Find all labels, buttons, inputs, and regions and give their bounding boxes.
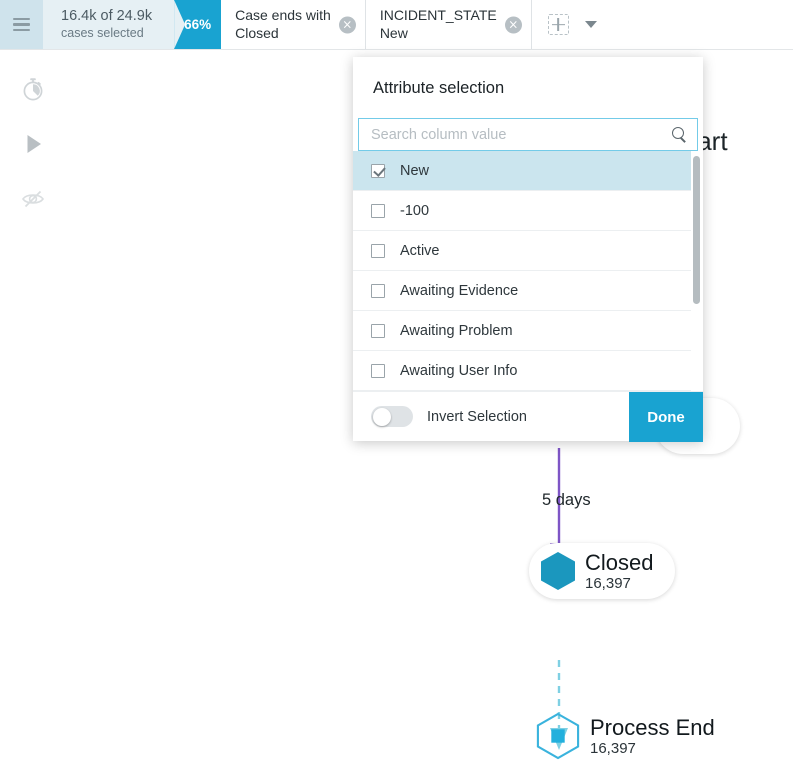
list-item-awaiting-problem[interactable]: Awaiting Problem bbox=[353, 311, 691, 351]
list-item-awaiting-evidence[interactable]: Awaiting Evidence bbox=[353, 271, 691, 311]
checkbox-icon[interactable] bbox=[371, 243, 385, 258]
search-icon bbox=[672, 127, 687, 142]
close-icon[interactable]: × bbox=[338, 16, 356, 33]
hamburger-icon bbox=[13, 17, 30, 32]
checkbox-checked-icon[interactable] bbox=[371, 163, 385, 178]
checkbox-icon[interactable] bbox=[371, 283, 385, 298]
filter-actions bbox=[532, 0, 611, 49]
list-item-minus100[interactable]: -100 bbox=[353, 191, 691, 231]
list-item-label: Awaiting Evidence bbox=[400, 282, 519, 299]
list-item-new[interactable]: New bbox=[353, 151, 691, 191]
selected-percentage-value: 66% bbox=[184, 17, 212, 32]
attribute-option-list[interactable]: New -100 Active Awaiting Evidence Awaiti… bbox=[353, 151, 703, 391]
filter-chip-incident-state[interactable]: INCIDENT_STATE New × bbox=[365, 0, 532, 49]
cases-selected-count: 16.4k of 24.9k bbox=[61, 8, 153, 24]
node-process-end-label: Process End bbox=[590, 714, 715, 740]
edge-label-duration: 5 days bbox=[542, 491, 591, 509]
hexagon-outline-icon bbox=[536, 712, 580, 760]
node-process-end-count: 16,397 bbox=[590, 739, 636, 757]
filter-chip-title: Case ends with bbox=[235, 7, 331, 23]
checkbox-icon[interactable] bbox=[371, 323, 385, 338]
list-item-label: Awaiting User Info bbox=[400, 362, 518, 379]
checkbox-icon[interactable] bbox=[371, 363, 385, 378]
invert-selection-toggle[interactable] bbox=[371, 406, 413, 427]
search-input[interactable] bbox=[371, 126, 672, 143]
node-process-end-text: Process End 16,397 bbox=[590, 715, 715, 758]
app-root: 16.4k of 24.9k cases selected 66% Case e… bbox=[0, 0, 793, 782]
node-closed-count: 16,397 bbox=[585, 574, 631, 592]
search-input-wrapper[interactable] bbox=[358, 118, 698, 151]
menu-button[interactable] bbox=[0, 0, 43, 49]
invert-selection-label: Invert Selection bbox=[427, 408, 527, 425]
search-row bbox=[353, 118, 703, 151]
attribute-selection-popup: Attribute selection New -100 Active bbox=[353, 57, 703, 442]
hexagon-icon bbox=[541, 552, 575, 590]
top-filter-bar: 16.4k of 24.9k cases selected 66% Case e… bbox=[0, 0, 793, 50]
popup-footer: Invert Selection Done bbox=[353, 391, 703, 442]
chevron-down-icon[interactable] bbox=[584, 21, 597, 28]
checkbox-icon[interactable] bbox=[371, 203, 385, 218]
filter-chip-value: New bbox=[379, 24, 408, 41]
filter-chip-case-ends-with[interactable]: Case ends with Closed × bbox=[221, 0, 366, 49]
node-closed-text: Closed 16,397 bbox=[585, 550, 653, 593]
cases-selected-label: cases selected bbox=[61, 26, 144, 40]
list-scrollbar-thumb[interactable] bbox=[693, 156, 700, 304]
add-filter-icon[interactable] bbox=[547, 14, 569, 35]
list-item-label: New bbox=[400, 162, 430, 179]
cases-selected-summary: 16.4k of 24.9k cases selected bbox=[43, 0, 175, 49]
node-process-end[interactable]: Process End 16,397 bbox=[536, 712, 715, 760]
filter-chip-value: Closed bbox=[235, 24, 279, 41]
node-closed-label: Closed bbox=[585, 549, 654, 575]
selected-percentage-badge: 66% bbox=[174, 0, 222, 49]
close-icon[interactable]: × bbox=[504, 16, 522, 33]
toggle-knob bbox=[372, 407, 391, 426]
done-button[interactable]: Done bbox=[629, 392, 703, 442]
filter-chip-title: INCIDENT_STATE bbox=[379, 7, 497, 23]
list-item-label: -100 bbox=[400, 202, 430, 219]
node-closed[interactable]: Closed 16,397 bbox=[529, 543, 676, 599]
list-item-label: Awaiting Problem bbox=[400, 322, 513, 339]
list-item-awaiting-user-info[interactable]: Awaiting User Info bbox=[353, 351, 691, 391]
list-item-active[interactable]: Active bbox=[353, 231, 691, 271]
popup-title: Attribute selection bbox=[373, 79, 505, 97]
list-item-label: Active bbox=[400, 242, 440, 259]
